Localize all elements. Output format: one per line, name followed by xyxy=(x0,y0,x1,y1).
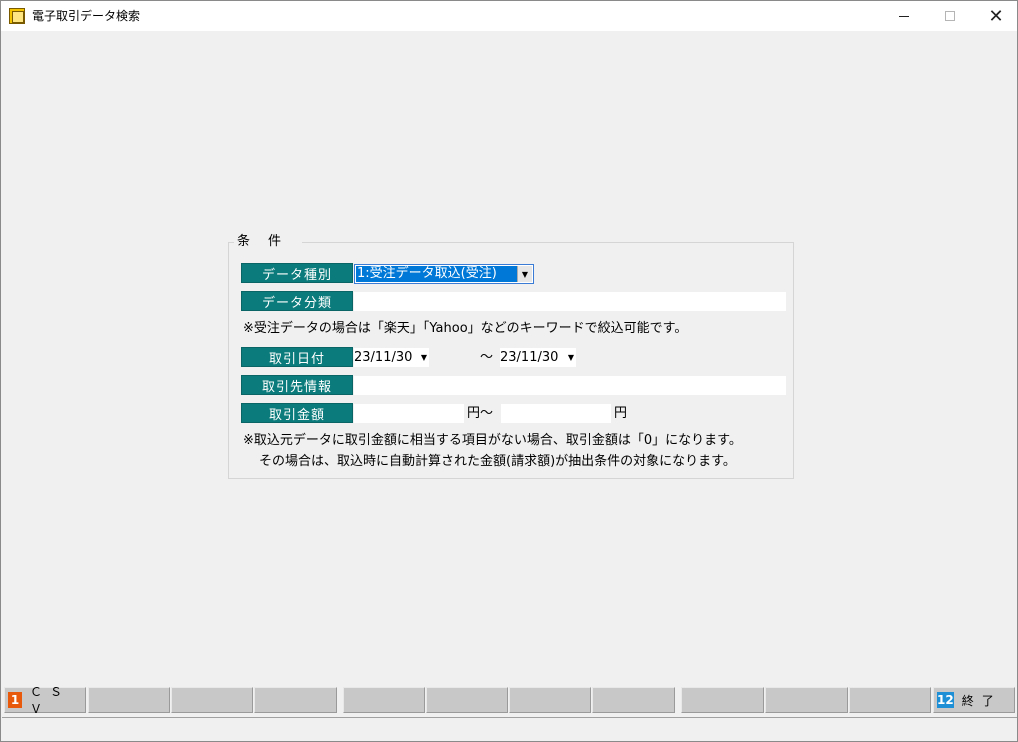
maximize-icon xyxy=(945,11,955,21)
amount-from-unit: 円〜 xyxy=(467,406,494,421)
f9-button[interactable] xyxy=(681,687,764,713)
date-dropdown-icon[interactable]: ▼ xyxy=(421,348,427,367)
window-title: 電子取引データ検索 xyxy=(32,9,141,23)
conditions-legend: 条件 xyxy=(234,233,303,250)
f11-button[interactable] xyxy=(849,687,931,713)
trade-date-from[interactable]: 23/11/30 ▼ xyxy=(354,348,429,367)
main-window: 電子取引データ検索 ✕ 条件 データ種別 1:受注データ取込(受注) ▼ データ… xyxy=(0,0,1018,742)
data-type-label: データ種別 xyxy=(241,263,353,283)
keyword-note: ※受注データの場合は「楽天」「Yahoo」などのキーワードで絞込可能です。 xyxy=(243,321,688,336)
f4-button[interactable] xyxy=(254,687,337,713)
function-key-bar: 1 ＣＳＶ 12 終了 xyxy=(4,685,1016,716)
trade-date-from-value: 23/11/30 xyxy=(354,350,413,365)
minimize-icon xyxy=(899,15,909,17)
app-icon xyxy=(9,8,25,24)
date-dropdown-icon[interactable]: ▼ xyxy=(568,348,574,367)
f6-button[interactable] xyxy=(426,687,508,713)
data-class-input[interactable] xyxy=(354,292,786,311)
amount-from-input[interactable] xyxy=(354,404,464,423)
partner-input[interactable] xyxy=(354,376,786,395)
f1-label: ＣＳＶ xyxy=(30,685,71,716)
f12-number: 12 xyxy=(937,692,954,708)
dropdown-arrow-icon[interactable]: ▼ xyxy=(517,266,532,282)
maximize-button[interactable] xyxy=(927,1,973,31)
title-bar: 電子取引データ検索 ✕ xyxy=(1,1,1017,31)
amount-to-input[interactable] xyxy=(501,404,611,423)
f3-button[interactable] xyxy=(171,687,253,713)
amount-note-2: その場合は、取込時に自動計算された金額(請求額)が抽出条件の対象になります。 xyxy=(259,454,736,469)
f5-button[interactable] xyxy=(343,687,425,713)
close-icon: ✕ xyxy=(988,5,1004,27)
trade-date-label: 取引日付 xyxy=(241,347,353,367)
amount-label: 取引金額 xyxy=(241,403,353,423)
minimize-button[interactable] xyxy=(881,1,927,31)
f1-csv-button[interactable]: 1 ＣＳＶ xyxy=(4,685,86,716)
f2-button[interactable] xyxy=(88,687,170,713)
trade-date-to[interactable]: 23/11/30 ▼ xyxy=(500,348,576,367)
data-type-select[interactable]: 1:受注データ取込(受注) ▼ xyxy=(354,264,534,284)
amount-note-1: ※取込元データに取引金額に相当する項目がない場合、取引金額は「0」になります。 xyxy=(243,433,742,448)
amount-to-unit: 円 xyxy=(614,406,628,421)
f12-label: 終了 xyxy=(961,693,1002,708)
f8-button[interactable] xyxy=(592,687,675,713)
close-button[interactable]: ✕ xyxy=(973,1,1018,31)
partner-label: 取引先情報 xyxy=(241,375,353,395)
f7-button[interactable] xyxy=(509,687,591,713)
trade-date-to-value: 23/11/30 xyxy=(500,350,559,365)
data-class-label: データ分類 xyxy=(241,291,353,311)
f12-exit-button[interactable]: 12 終了 xyxy=(933,687,1015,713)
date-range-separator: 〜 xyxy=(480,350,494,365)
data-type-value: 1:受注データ取込(受注) xyxy=(356,266,518,282)
f1-number: 1 xyxy=(8,692,22,708)
f10-button[interactable] xyxy=(765,687,848,713)
status-bar xyxy=(2,717,1017,741)
